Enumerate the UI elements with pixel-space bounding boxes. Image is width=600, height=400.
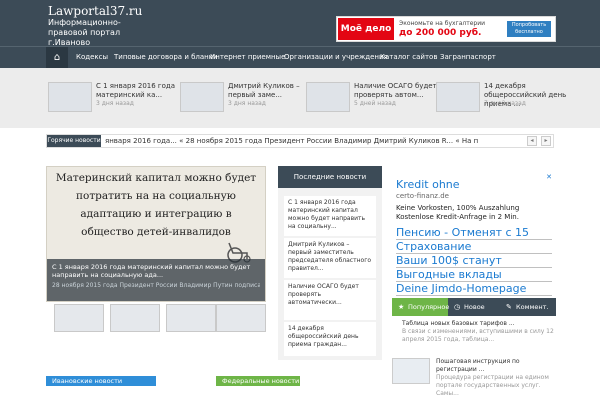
ad-url[interactable]: certo-finanz.de [396,192,449,200]
featured-item[interactable]: С 1 января 2016 года материнский ка... 3… [48,82,178,118]
last-news-item[interactable]: 14 декабря общероссийский день приема гр… [284,322,376,356]
home-icon[interactable]: ⌂ [46,47,68,68]
tab-comments[interactable]: ✎ Коммент. [500,298,556,316]
banner-text: Экономьте на бухгалтерии [399,20,486,27]
ticker-next-button[interactable]: ▸ [541,136,551,146]
list-item[interactable]: Таблица новых базовых тарифов ... В связ… [392,320,556,344]
featured-date: 7 дней назад [484,100,526,107]
ad-description: Keine Vorkosten, 100% Auszahlung Kostenl… [396,204,520,221]
ticker-text[interactable]: января 2016 года... « 28 ноября 2015 год… [105,135,515,147]
ticker-label: Горячие новости [47,135,101,147]
nav-item-codes[interactable]: Кодексы [76,47,108,68]
main-nav: ⌂ Кодексы Типовые договора и бланки Инте… [0,46,600,68]
ad-link[interactable]: Страхование [396,240,552,254]
ad-link[interactable]: Выгодные вклады [396,268,552,282]
tab-new[interactable]: ◷ Новое [448,298,500,316]
featured-thumbnail[interactable] [436,82,480,112]
slide-image-text: Материнский капитал можно будет потратит… [55,172,257,238]
tab-label: Новое [464,303,485,311]
sidebar-tabs: ★ Популярное ◷ Новое ✎ Коммент. [392,298,556,316]
ad-link[interactable]: Ваши 100$ станут [396,254,552,268]
sidebar-list: Таблица новых базовых тарифов ... В связ… [392,320,556,400]
ad-link[interactable]: Пенсию - Отменят с 15 [396,226,552,240]
category-bar-ivanovo[interactable]: Ивановские новости [46,376,156,386]
featured-item[interactable]: Дмитрий Куликов – первый заме... 3 дня н… [180,82,310,118]
site-subtitle: Информационно-правовой портал г.Иваново [48,18,121,47]
nav-item-passport[interactable]: Загранпаспорт [440,47,496,68]
featured-date: 3 дня назад [228,100,266,107]
star-icon: ★ [398,303,405,311]
nav-item-catalog[interactable]: Каталог сайтов [380,47,437,68]
slide-caption-title[interactable]: С 1 января 2016 года материнский капитал… [52,263,260,279]
slide-caption-sub: 28 ноября 2015 года Президент России Вла… [52,282,260,289]
header-banner-ad[interactable]: Моё дело Экономьте на бухгалтерии до 200… [336,16,556,42]
featured-title[interactable]: Дмитрий Куликов – первый заме... [228,82,312,100]
nav-item-organizations[interactable]: Организации и учреждения [284,47,388,68]
slide-caption[interactable]: С 1 января 2016 года материнский капитал… [47,259,265,301]
slider-thumb[interactable] [54,304,104,332]
featured-date: 5 дней назад [354,100,396,107]
slider-thumb[interactable] [110,304,160,332]
slider-thumb[interactable] [166,304,216,332]
hot-news-ticker: Горячие новости января 2016 года... « 28… [46,134,554,148]
ad-block: ✕ Kredit ohne certo-finanz.de Keine Vork… [392,170,556,296]
slider-thumb[interactable] [216,304,266,332]
banner-amount: до 200 000 руб. [399,28,482,38]
last-news-item[interactable]: С 1 января 2016 года материнский капитал… [284,196,376,236]
last-news-item[interactable]: Дмитрий Куликов – первый заместитель пре… [284,238,376,278]
featured-title[interactable]: С 1 января 2016 года материнский ка... [96,82,180,100]
nav-item-reception[interactable]: Интернет приемные [210,47,285,68]
tab-label: Коммент. [516,303,549,311]
category-bar-federal[interactable]: Федеральные новости [216,376,300,386]
tab-label: Популярное [408,303,450,311]
featured-item[interactable]: 14 декабря общероссийский день приема ..… [436,82,566,118]
banner-try-button[interactable]: Попробовать бесплатно [507,21,551,37]
featured-strip: С 1 января 2016 года материнский ка... 3… [0,68,600,128]
close-icon[interactable]: ✕ [544,172,554,182]
featured-thumbnail[interactable] [48,82,92,112]
main-slider[interactable]: Материнский капитал можно будет потратит… [46,166,266,302]
ticker-prev-button[interactable]: ◂ [527,136,537,146]
list-item-text: Процедура регистрации на едином портале … [436,374,549,397]
list-item-title[interactable]: Пошаговая инструкция по регистрации ... [436,358,556,374]
comment-icon: ✎ [506,303,512,311]
list-item-text: В связи с изменениями, вступившими в сил… [402,328,554,343]
tab-popular[interactable]: ★ Популярное [392,298,450,316]
slider-thumbnails [46,304,266,334]
list-item[interactable]: Пошаговая инструкция по регистрации ... … [436,358,556,398]
banner-logo: Моё дело [338,18,394,40]
featured-item[interactable]: Наличие ОСАГО будет проверять автом... 5… [306,82,438,118]
ad-title[interactable]: Kredit ohne [396,178,460,191]
site-header: Lawportal37.ru Информационно-правовой по… [0,0,600,47]
last-news-heading: Последние новости [278,166,382,188]
last-news-item[interactable]: Наличие ОСАГО будет проверять автоматиче… [284,280,376,320]
ad-link[interactable]: Deine Jimdo-Homepage [396,282,552,296]
featured-thumbnail[interactable] [180,82,224,112]
site-title[interactable]: Lawportal37.ru [48,4,142,18]
last-news-panel: Последние новости С 1 января 2016 года м… [278,166,382,360]
nav-item-contracts[interactable]: Типовые договора и бланки [114,47,218,68]
list-item-thumbnail[interactable] [392,358,430,384]
featured-thumbnail[interactable] [306,82,350,112]
featured-date: 3 дня назад [96,100,134,107]
featured-title[interactable]: Наличие ОСАГО будет проверять автом... [354,82,438,100]
clock-icon: ◷ [454,303,461,311]
list-item-title[interactable]: Таблица новых базовых тарифов ... [392,320,556,328]
